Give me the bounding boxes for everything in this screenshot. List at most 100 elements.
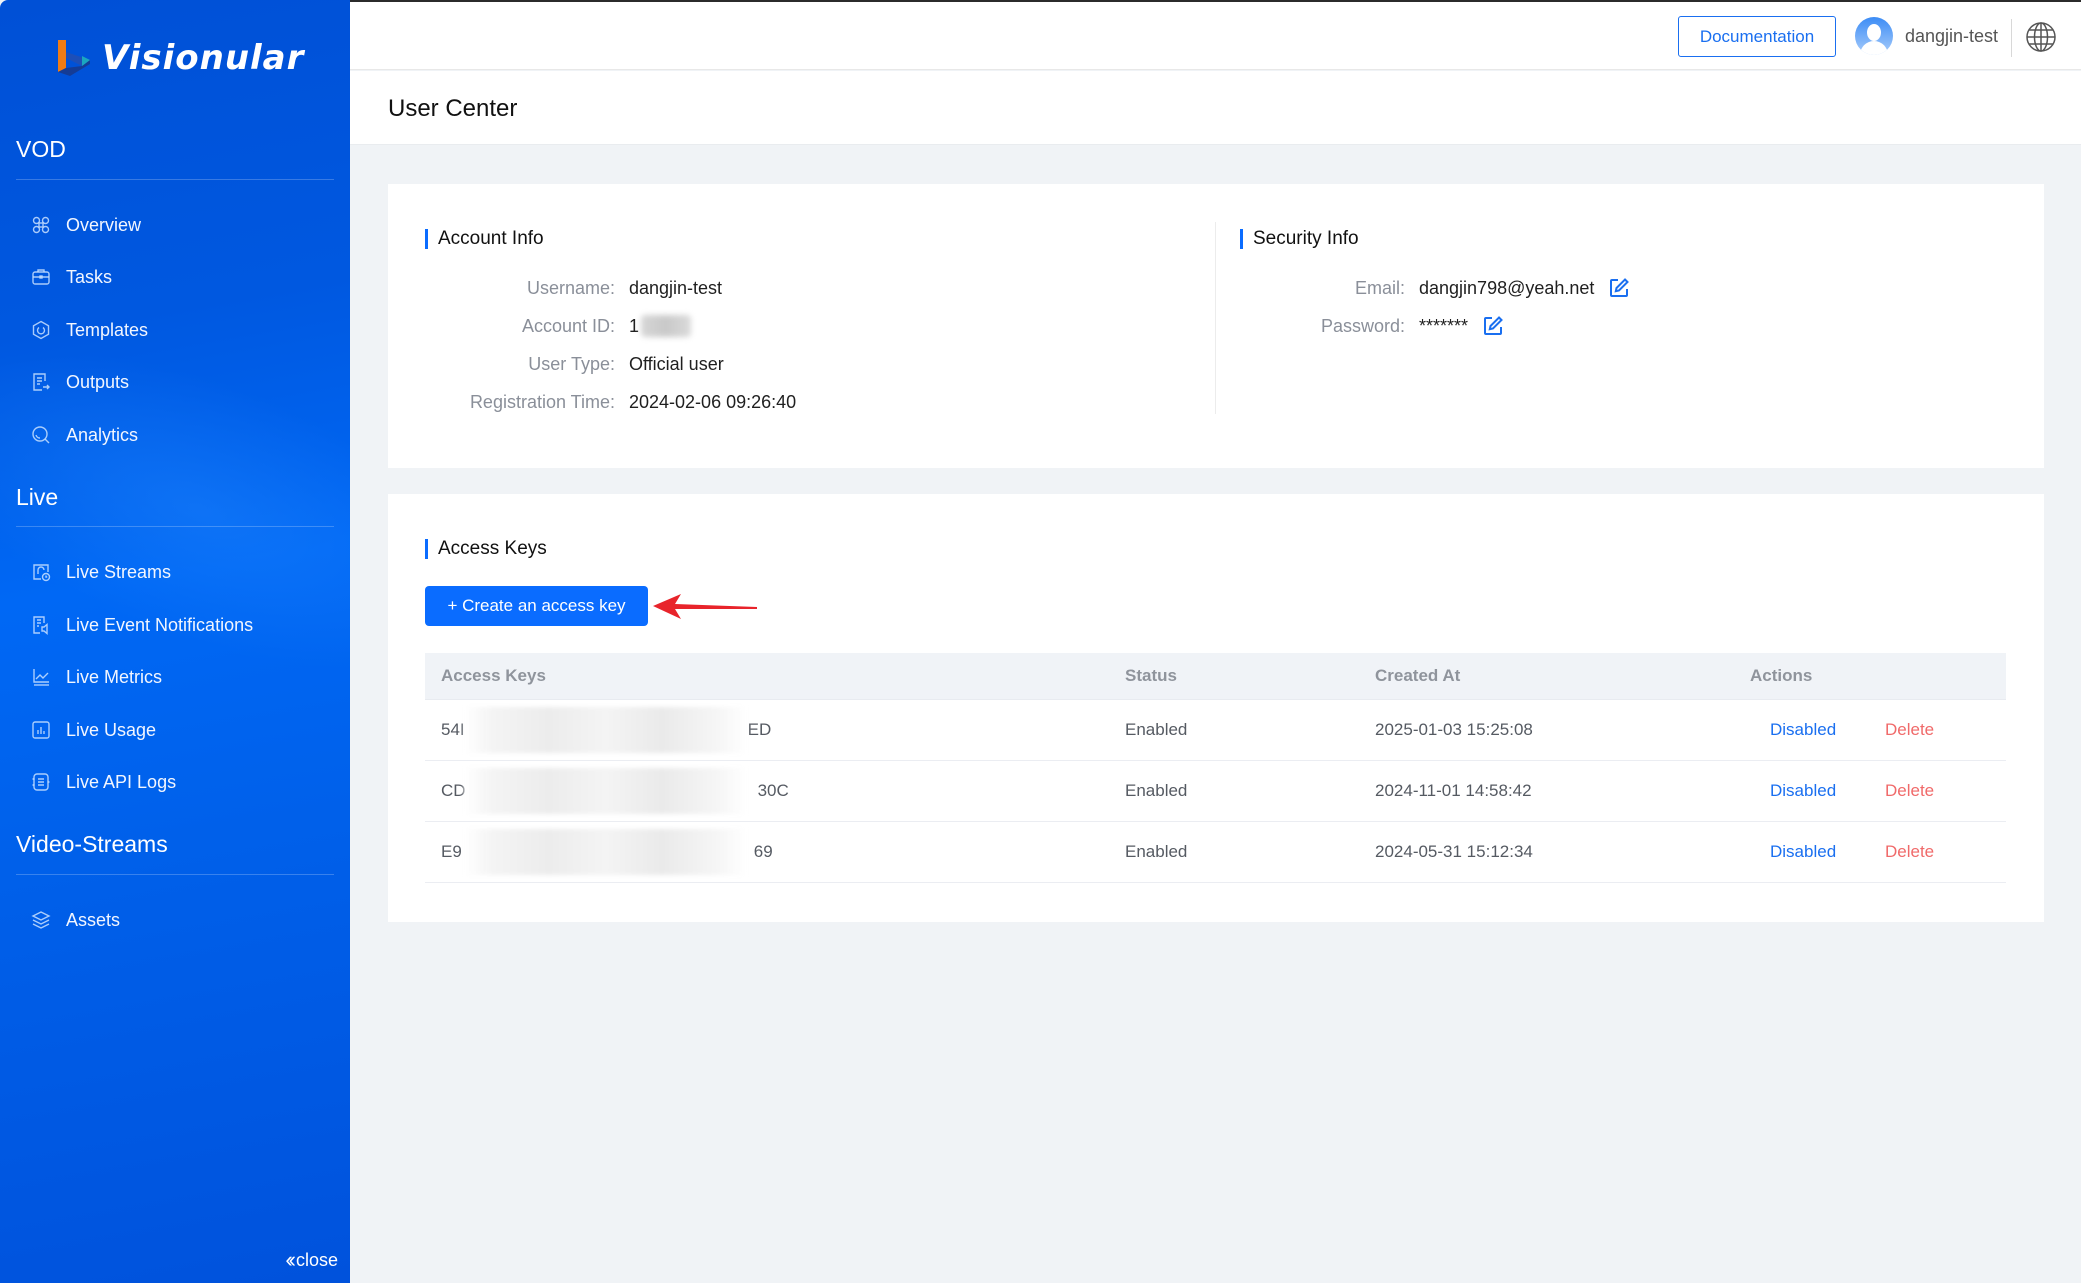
bar-chart-icon [30, 719, 52, 741]
access-keys-table: Access Keys Status Created At Actions 54… [425, 653, 2006, 883]
field-label: Account ID: [521, 316, 615, 336]
field-label: Password: [1320, 316, 1405, 336]
redacted-blur [641, 315, 692, 337]
globe-language-icon[interactable] [2025, 21, 2057, 53]
sidebar-item-live-usage[interactable]: Live Usage [30, 715, 156, 745]
double-chevron-left-icon: ‹‹ [285, 1247, 295, 1272]
field-label: User Type: [528, 354, 615, 374]
sidebar-item-label: Live Usage [66, 719, 157, 740]
disable-key-link[interactable]: Disabled [1770, 781, 1836, 801]
column-header-status: Status [1125, 666, 1177, 685]
security-info-heading: Security Info [1240, 228, 1359, 250]
avatar[interactable] [1855, 17, 1893, 55]
table-row: 54I ED Enabled 2025-01-03 15:25:08 Disab… [425, 700, 2006, 761]
section-divider [16, 179, 334, 180]
section-divider [16, 526, 334, 527]
security-field-password: Password: ******* [1240, 313, 1504, 339]
access-key-suffix: ED [747, 720, 772, 739]
stream-clock-icon [30, 561, 52, 583]
sidebar-item-live-event-notifications[interactable]: Live Event Notifications [30, 610, 253, 640]
sidebar-item-label: Outputs [66, 371, 130, 392]
page-title: User Center [388, 95, 518, 122]
security-field-email: Email: dangjin798@yeah.net [1240, 275, 1630, 301]
hexagon-icon [30, 319, 52, 341]
sidebar-item-label: Overview [66, 214, 142, 235]
sidebar-item-outputs[interactable]: Outputs [30, 367, 129, 397]
header-username[interactable]: dangjin-test [1905, 26, 1998, 47]
password-value: ******* [1419, 316, 1469, 336]
field-value: dangjin798@yeah.net [1419, 275, 1630, 301]
redacted-blur [464, 707, 747, 753]
sidebar-item-analytics[interactable]: Analytics [30, 420, 138, 450]
status-cell: Enabled [1125, 842, 1188, 861]
edit-email-icon[interactable] [1608, 277, 1630, 299]
sidebar-item-live-metrics[interactable]: Live Metrics [30, 662, 162, 692]
sidebar-item-label: Live API Logs [66, 771, 177, 792]
section-title-live: Live [16, 484, 59, 510]
brand-logo[interactable]: Visionular [56, 38, 304, 78]
redacted-blur [464, 768, 747, 814]
field-value: dangjin-test [629, 278, 723, 298]
created-at-cell: 2025-01-03 15:25:08 [1375, 720, 1533, 739]
delete-key-link[interactable]: Delete [1885, 842, 1934, 862]
document-export-icon [30, 371, 52, 393]
collapse-sidebar-button[interactable]: ‹‹ close [285, 1247, 338, 1273]
account-field-username: Username: dangjin-test [425, 275, 722, 301]
section-title-vod: VOD [16, 136, 66, 162]
sidebar-item-label: Live Event Notifications [66, 614, 254, 635]
redacted-blur [464, 829, 747, 875]
email-value: dangjin798@yeah.net [1419, 278, 1595, 298]
avatar-head [1867, 24, 1881, 41]
sidebar-item-label: Analytics [66, 424, 139, 445]
command-icon [30, 214, 52, 236]
sidebar-item-label: Assets [66, 909, 121, 930]
collapse-label: close [295, 1249, 338, 1270]
field-label: Username: [526, 278, 615, 298]
sidebar-item-label: Templates [66, 319, 149, 340]
delete-key-link[interactable]: Delete [1885, 720, 1934, 740]
account-info-heading: Account Info [425, 228, 544, 250]
access-key-prefix: CD [441, 781, 466, 800]
search-analytics-icon [30, 424, 52, 446]
field-value: Official user [629, 354, 724, 374]
column-header-actions: Actions [1750, 666, 1813, 685]
column-header-access-keys: Access Keys [441, 666, 546, 685]
log-list-icon [30, 771, 52, 793]
disable-key-link[interactable]: Disabled [1770, 720, 1836, 740]
created-at-cell: 2024-11-01 14:58:42 [1375, 781, 1532, 800]
access-key-suffix: 69 [753, 842, 773, 861]
field-value: 2024-02-06 09:26:40 [629, 392, 797, 412]
section-divider [16, 874, 334, 875]
sidebar-item-templates[interactable]: Templates [30, 315, 148, 345]
delete-key-link[interactable]: Delete [1885, 781, 1934, 801]
status-cell: Enabled [1125, 781, 1188, 800]
documentation-button[interactable]: Documentation [1678, 16, 1836, 57]
edit-password-icon[interactable] [1482, 315, 1504, 337]
page-title-bar: User Center [350, 71, 2081, 145]
table-header: Access Keys Status Created At Actions [425, 653, 2006, 700]
status-cell: Enabled [1125, 720, 1188, 739]
created-at-cell: 2024-05-31 15:12:34 [1375, 842, 1533, 861]
field-value: 1 [629, 313, 692, 339]
account-field-registration-time: Registration Time: 2024-02-06 09:26:40 [425, 389, 796, 415]
create-access-key-button[interactable]: + Create an access key [425, 586, 648, 626]
access-keys-heading: Access Keys [425, 538, 547, 560]
sidebar-item-tasks[interactable]: Tasks [30, 262, 112, 292]
annotation-arrow-icon [653, 594, 757, 619]
table-row: CD 30C Enabled 2024-11-01 14:58:42 Disab… [425, 761, 2006, 822]
avatar-body [1860, 41, 1888, 55]
sidebar-item-assets[interactable]: Assets [30, 905, 120, 935]
section-title-video-streams: Video-Streams [16, 831, 168, 857]
sidebar-item-overview[interactable]: Overview [30, 210, 141, 240]
layers-icon [30, 909, 52, 931]
disable-key-link[interactable]: Disabled [1770, 842, 1836, 862]
sidebar-item-live-api-logs[interactable]: Live API Logs [30, 767, 176, 797]
field-label: Registration Time: [469, 392, 615, 412]
line-chart-icon [30, 666, 52, 688]
access-keys-card: Access Keys + Create an access key Acces… [388, 494, 2044, 922]
field-label: Email: [1354, 278, 1405, 298]
sidebar-item-label: Live Streams [66, 561, 172, 582]
sidebar-item-live-streams[interactable]: Live Streams [30, 557, 171, 587]
notification-doc-icon [30, 614, 52, 636]
account-field-account-id: Account ID: 1 [425, 313, 692, 339]
